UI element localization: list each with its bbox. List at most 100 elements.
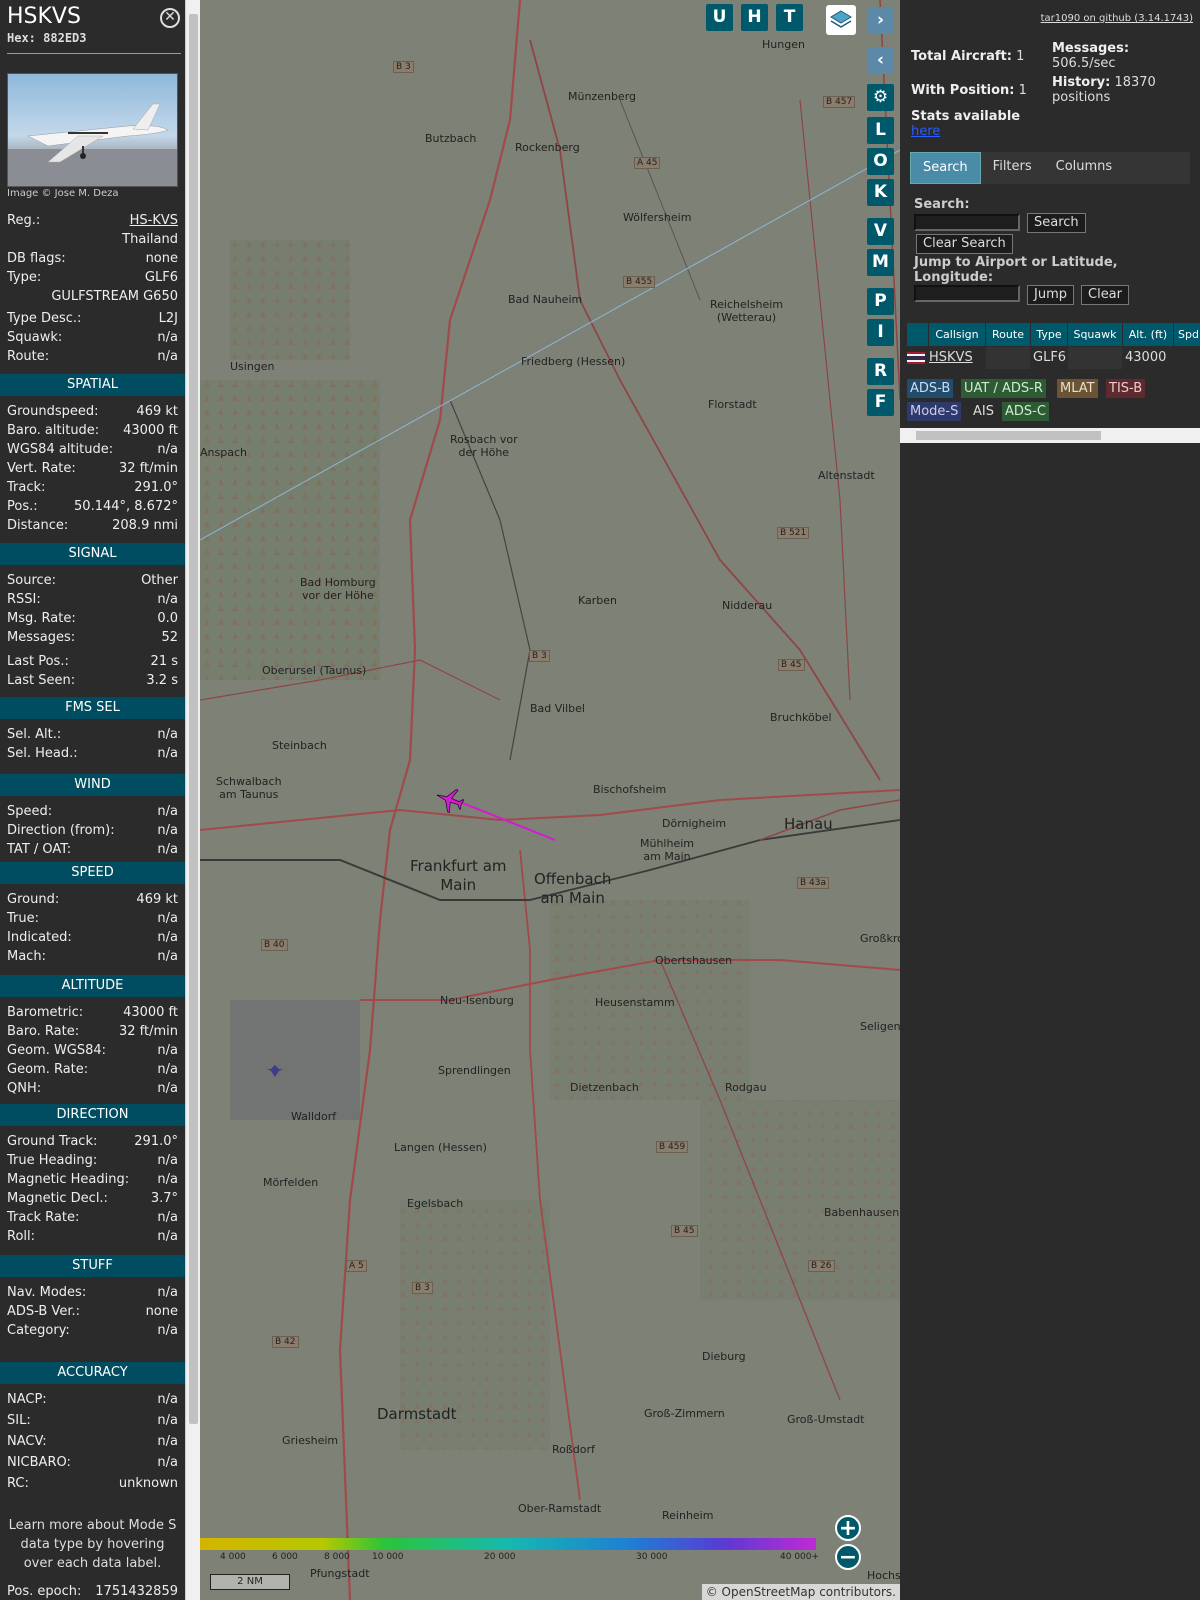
accuracy-row: SIL: n/a <box>7 1413 178 1431</box>
road-badge: B 521 <box>777 527 810 539</box>
github-link[interactable]: tar1090 on github (3.14.1743) <box>1041 13 1193 24</box>
table-horizontal-scrollbar[interactable] <box>900 428 1200 443</box>
table-row[interactable]: HSKVS GLF6 43000 <box>907 347 1174 369</box>
history-stat: History: 18370 positions <box>1052 75 1156 105</box>
place-label: Rockenberg <box>515 141 580 154</box>
side-button-i[interactable]: I <box>867 319 894 346</box>
field-value: n/a <box>157 727 178 742</box>
field-label: Track Rate: <box>7 1210 80 1225</box>
place-label: Bad Homburg vor der Höhe <box>300 576 376 602</box>
tab-filters[interactable]: Filters <box>981 152 1044 184</box>
registration-link[interactable]: HS-KVS <box>130 213 178 231</box>
side-button-l[interactable]: L <box>867 117 894 144</box>
place-label: Wölfersheim <box>623 211 692 224</box>
column-header-callsign[interactable]: Callsign <box>929 323 985 346</box>
place-label: Münzenberg <box>568 90 637 103</box>
search-input[interactable] <box>914 214 1020 231</box>
close-icon[interactable]: ✕ <box>160 8 180 28</box>
cell-callsign[interactable]: HSKVS <box>929 347 985 369</box>
altitude-color-legend <box>200 1538 816 1550</box>
aircraft-hex: Hex: 882ED3 <box>7 31 87 45</box>
spatial-row: Distance: 208.9 nmi <box>7 518 178 536</box>
legend-label: 6 000 <box>272 1552 298 1562</box>
jump-input[interactable] <box>914 285 1020 302</box>
wind-row: Direction (from): n/a <box>7 823 178 841</box>
sidebar-scrollbar[interactable] <box>185 0 200 1600</box>
section-header-signal[interactable]: SIGNAL <box>0 543 185 565</box>
field-value: n/a <box>157 1392 178 1407</box>
field-value: n/a <box>157 1153 178 1168</box>
section-header-stuff[interactable]: STUFF <box>0 1255 185 1277</box>
field-value: n/a <box>157 804 178 819</box>
column-header-squawk[interactable]: Squawk <box>1068 323 1122 346</box>
spatial-row: Baro. altitude: 43000 ft <box>7 423 178 441</box>
scrollbar-thumb[interactable] <box>916 431 1101 440</box>
column-header-flag[interactable] <box>907 323 928 346</box>
column-header-type[interactable]: Type <box>1031 323 1067 346</box>
jump-label: Jump to Airport or Latitude, Longitude: <box>914 255 1118 285</box>
place-label: Hungen <box>762 38 805 51</box>
road-badge: B 3 <box>393 61 414 73</box>
field-label: Geom. Rate: <box>7 1062 89 1077</box>
place-label: Seligen <box>860 1020 900 1033</box>
zoom-in-icon[interactable]: + <box>835 1515 861 1541</box>
section-header-altitude[interactable]: ALTITUDE <box>0 975 185 997</box>
column-header-speed[interactable]: Spd. <box>1174 323 1200 346</box>
clear-search-button[interactable]: Clear Search <box>916 234 1013 254</box>
cell-type: GLF6 <box>1033 350 1067 365</box>
search-button[interactable]: Search <box>1027 213 1086 233</box>
tab-search[interactable]: Search <box>910 152 981 184</box>
column-header-route[interactable]: Route <box>986 323 1030 346</box>
place-label: Obertshausen <box>655 954 733 967</box>
toolbar-button-t[interactable]: T <box>776 4 803 31</box>
road-badge: B 459 <box>656 1141 689 1153</box>
layers-icon[interactable] <box>826 5 856 35</box>
field-value: n/a <box>157 442 178 457</box>
side-button-m[interactable]: M <box>867 249 894 276</box>
stats-link[interactable]: here <box>911 124 940 139</box>
section-header-wind[interactable]: WIND <box>0 774 185 796</box>
side-button-v[interactable]: V <box>867 218 894 245</box>
section-header-direction[interactable]: DIRECTION <box>0 1104 185 1126</box>
chevron-left-icon[interactable]: ‹ <box>867 47 894 74</box>
field-label: True Heading: <box>7 1153 98 1168</box>
chevron-right-icon[interactable]: › <box>867 7 894 34</box>
field-label: Magnetic Decl.: <box>7 1191 108 1206</box>
toolbar-button-u[interactable]: U <box>706 4 733 31</box>
tab-columns[interactable]: Columns <box>1044 152 1125 184</box>
zoom-out-icon[interactable]: − <box>835 1544 861 1570</box>
place-label: Dörnigheim <box>662 817 727 830</box>
clear-button[interactable]: Clear <box>1081 285 1129 305</box>
scrollbar-thumb[interactable] <box>189 14 198 1424</box>
side-button-f[interactable]: F <box>867 389 894 416</box>
field-value: n/a <box>157 1229 178 1244</box>
field-label: Category: <box>7 1323 70 1338</box>
road-badge: B 457 <box>823 96 856 108</box>
place-label: Friedberg (Hessen) <box>521 355 626 368</box>
section-header-fms[interactable]: FMS SEL <box>0 697 185 719</box>
field-value: 32 ft/min <box>118 461 178 476</box>
speed-row: True: n/a <box>7 911 178 929</box>
aircraft-photo[interactable] <box>7 73 178 187</box>
section-header-accuracy[interactable]: ACCURACY <box>0 1362 185 1384</box>
route-row: Route: n/a <box>7 349 178 364</box>
side-button-k[interactable]: K <box>867 179 894 206</box>
place-label: Sprendlingen <box>438 1064 511 1077</box>
section-header-spatial[interactable]: SPATIAL <box>0 374 185 396</box>
map-canvas[interactable]: Hungen Münzenberg Butzbach Rockenberg Wö… <box>200 0 900 1600</box>
toolbar-button-h[interactable]: H <box>741 4 768 31</box>
gear-icon[interactable]: ⚙ <box>867 84 894 111</box>
side-button-r[interactable]: R <box>867 358 894 385</box>
column-header-alt[interactable]: Alt. (ft) <box>1123 323 1173 346</box>
side-button-p[interactable]: P <box>867 288 894 315</box>
field-value: n/a <box>157 1455 178 1470</box>
legend-label: 8 000 <box>324 1552 350 1562</box>
field-value: 52 <box>161 630 178 645</box>
field-value: 469 kt <box>136 892 178 907</box>
map-attribution[interactable]: © OpenStreetMap contributors. <box>701 1584 900 1600</box>
side-button-o[interactable]: O <box>867 148 894 175</box>
aircraft-info-panel: HSKVS Hex: 882ED3 ✕ Image © Jose M. Deza… <box>0 0 185 1600</box>
jump-button[interactable]: Jump <box>1027 285 1074 305</box>
place-label: Dietzenbach <box>570 1081 639 1094</box>
section-header-speed[interactable]: SPEED <box>0 862 185 884</box>
